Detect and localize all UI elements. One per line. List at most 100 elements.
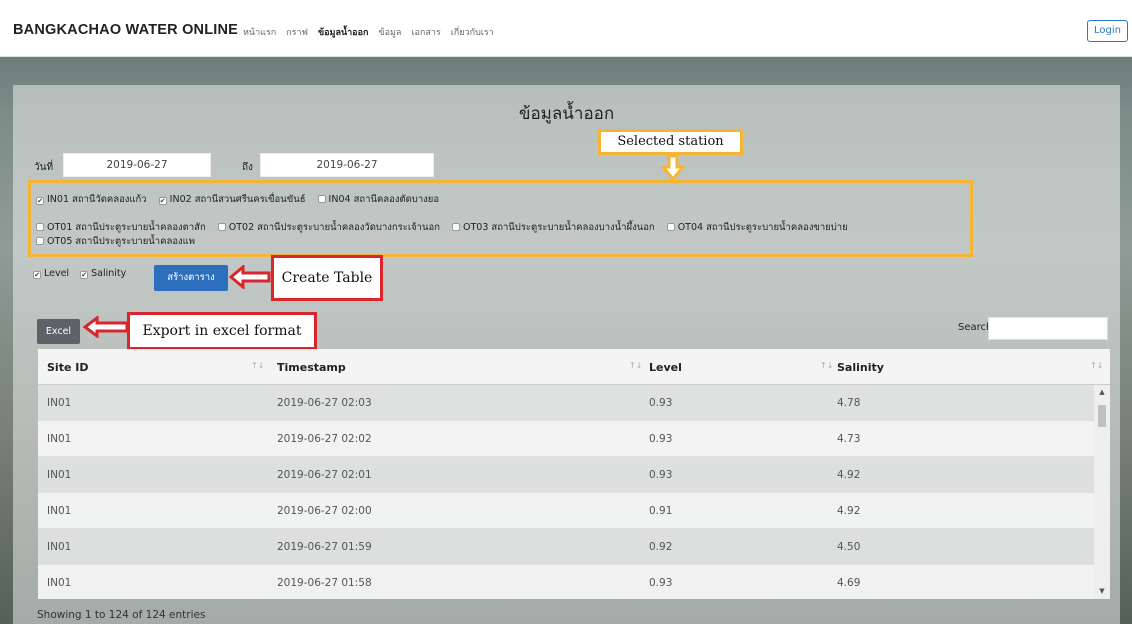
- sort-icon[interactable]: ↑↓: [629, 361, 642, 370]
- station-option-ot02[interactable]: OT02 สถานีประตูระบายน้ำคลองวัดบางกระเจ้า…: [217, 220, 440, 235]
- station-label: IN02 สถานีสวนศรีนครเขื่อนขันธ์: [169, 194, 306, 205]
- cell-site-id: IN01: [47, 577, 72, 589]
- cell-level: 0.93: [649, 397, 673, 409]
- cell-site-id: IN01: [47, 397, 72, 409]
- station-option-ot01[interactable]: OT01 สถานีประตูระบายน้ำคลองตาสัก: [36, 220, 206, 235]
- cell-salinity: 4.92: [837, 505, 861, 517]
- nav-link-home[interactable]: หน้าแรก: [243, 25, 276, 39]
- arrow-left-icon: [229, 265, 271, 289]
- cell-salinity: 4.73: [837, 433, 861, 445]
- cell-level: 0.93: [649, 577, 673, 589]
- station-option-in04[interactable]: IN04 สถานีคลองตัดบางยอ: [317, 192, 440, 207]
- station-option-in02[interactable]: ✔ IN02 สถานีสวนศรีนครเขื่อนขันธ์: [158, 192, 306, 207]
- table-header: Site ID ↑↓ Timestamp ↑↓ Level ↑↓ Salinit…: [38, 349, 1110, 385]
- cell-salinity: 4.78: [837, 397, 861, 409]
- sort-icon[interactable]: ↑↓: [1090, 361, 1103, 370]
- selected-station-callout: Selected station: [598, 129, 743, 155]
- salinity-label: Salinity: [91, 268, 127, 279]
- value-options: ✔ Level ✔ Salinity: [33, 268, 126, 279]
- create-table-button[interactable]: สร้างตาราง: [154, 265, 228, 291]
- data-table: Site ID ↑↓ Timestamp ↑↓ Level ↑↓ Salinit…: [38, 349, 1110, 599]
- station-label: IN01 สถานีวัดคลองแก้ว: [47, 194, 147, 205]
- main-panel: ข้อมูลน้ำออก วันที่ 2019-06-27 ถึง 2019-…: [13, 85, 1120, 624]
- to-date-input[interactable]: 2019-06-27: [260, 153, 434, 177]
- station-option-ot04[interactable]: OT04 สถานีประตูระบายน้ำคลองขายบ่าย: [666, 220, 848, 235]
- column-header-level[interactable]: Level: [649, 361, 682, 374]
- checkbox-checked-icon[interactable]: ✔: [36, 197, 44, 205]
- from-date-input[interactable]: 2019-06-27: [63, 153, 211, 177]
- page-title: ข้อมูลน้ำออก: [518, 104, 615, 124]
- arrow-down-icon: [661, 155, 685, 181]
- cell-site-id: IN01: [47, 505, 72, 517]
- cell-level: 0.93: [649, 433, 673, 445]
- cell-timestamp: 2019-06-27 02:03: [277, 397, 372, 409]
- nav-links: หน้าแรก กราฟ ข้อมูลน้ำออก ข้อมูล เอกสาร …: [243, 25, 494, 39]
- nav-link-data[interactable]: ข้อมูล: [378, 25, 401, 39]
- cell-site-id: IN01: [47, 469, 72, 481]
- table-row[interactable]: IN01 2019-06-27 02:00 0.91 4.92: [38, 493, 1094, 529]
- checkbox-checked-icon[interactable]: ✔: [80, 271, 89, 279]
- column-header-timestamp[interactable]: Timestamp: [277, 361, 346, 374]
- cell-level: 0.92: [649, 541, 673, 553]
- checkbox-icon[interactable]: [452, 223, 461, 231]
- station-row-2: OT01 สถานีประตูระบายน้ำคลองตาสัก OT02 สถ…: [36, 220, 857, 235]
- cell-salinity: 4.69: [837, 577, 861, 589]
- column-header-salinity[interactable]: Salinity: [837, 361, 884, 374]
- create-table-callout: Create Table: [271, 255, 383, 301]
- checkbox-icon[interactable]: [36, 237, 44, 245]
- table-row[interactable]: IN01 2019-06-27 01:59 0.92 4.50: [38, 529, 1094, 565]
- to-date-label: ถึง: [242, 162, 253, 173]
- table-row[interactable]: IN01 2019-06-27 02:03 0.93 4.78: [38, 385, 1094, 421]
- nav-link-graph[interactable]: กราฟ: [286, 25, 308, 39]
- station-selection-box: ✔ IN01 สถานีวัดคลองแก้ว ✔ IN02 สถานีสวนศรี…: [28, 180, 973, 257]
- scroll-up-icon[interactable]: ▲: [1094, 388, 1110, 396]
- table-scrollbar[interactable]: ▲ ▼: [1094, 385, 1110, 599]
- station-label: OT02 สถานีประตูระบายน้ำคลองวัดบางกระเจ้า…: [228, 222, 440, 233]
- station-label: IN04 สถานีคลองตัดบางยอ: [328, 194, 440, 205]
- station-option-ot03[interactable]: OT03 สถานีประตูระบายน้ำคลองบางน้ำผึ้งนอก: [452, 220, 655, 235]
- station-label: OT05 สถานีประตูระบายน้ำคลองแพ: [47, 236, 196, 247]
- login-button[interactable]: Login: [1087, 20, 1128, 42]
- station-option-ot05[interactable]: OT05 สถานีประตูระบายน้ำคลองแพ: [36, 234, 195, 249]
- nav-link-outflow-data[interactable]: ข้อมูลน้ำออก: [318, 25, 368, 39]
- arrow-left-icon: [83, 316, 129, 338]
- level-option[interactable]: ✔ Level: [33, 268, 69, 279]
- brand-title[interactable]: BANGKACHAO WATER ONLINE: [13, 22, 238, 38]
- checkbox-icon[interactable]: [666, 223, 675, 231]
- checkbox-checked-icon[interactable]: ✔: [33, 271, 41, 279]
- checkbox-icon[interactable]: [317, 195, 326, 203]
- station-label: OT04 สถานีประตูระบายน้ำคลองขายบ่าย: [677, 222, 848, 233]
- nav-link-about[interactable]: เกี่ยวกับเรา: [451, 25, 494, 39]
- station-row-3: OT05 สถานีประตูระบายน้ำคลองแพ: [36, 234, 204, 249]
- checkbox-icon[interactable]: [217, 223, 226, 231]
- column-header-site-id[interactable]: Site ID: [47, 361, 88, 374]
- cell-timestamp: 2019-06-27 01:59: [277, 541, 372, 553]
- search-input[interactable]: [988, 317, 1108, 340]
- cell-site-id: IN01: [47, 433, 72, 445]
- cell-level: 0.91: [649, 505, 673, 517]
- checkbox-icon[interactable]: [36, 223, 44, 231]
- station-label: OT01 สถานีประตูระบายน้ำคลองตาสัก: [47, 222, 206, 233]
- cell-level: 0.93: [649, 469, 673, 481]
- cell-salinity: 4.50: [837, 541, 861, 553]
- scrollbar-thumb[interactable]: [1098, 405, 1106, 427]
- table-info: Showing 1 to 124 of 124 entries: [37, 609, 206, 621]
- excel-export-button[interactable]: Excel: [37, 319, 80, 344]
- table-row[interactable]: IN01 2019-06-27 02:01 0.93 4.92: [38, 457, 1094, 493]
- table-row[interactable]: IN01 2019-06-27 01:58 0.93 4.69: [38, 565, 1094, 599]
- scroll-down-icon[interactable]: ▼: [1094, 587, 1110, 595]
- cell-timestamp: 2019-06-27 02:00: [277, 505, 372, 517]
- station-option-in01[interactable]: ✔ IN01 สถานีวัดคลองแก้ว: [36, 192, 147, 207]
- checkbox-checked-icon[interactable]: ✔: [158, 197, 167, 205]
- cell-salinity: 4.92: [837, 469, 861, 481]
- sort-icon[interactable]: ↑↓: [820, 361, 833, 370]
- table-row[interactable]: IN01 2019-06-27 02:02 0.93 4.73: [38, 421, 1094, 457]
- cell-timestamp: 2019-06-27 02:02: [277, 433, 372, 445]
- salinity-option[interactable]: ✔ Salinity: [80, 268, 126, 279]
- cell-site-id: IN01: [47, 541, 72, 553]
- station-label: OT03 สถานีประตูระบายน้ำคลองบางน้ำผึ้งนอก: [463, 222, 655, 233]
- level-label: Level: [44, 268, 70, 279]
- sort-icon[interactable]: ↑↓: [251, 361, 264, 370]
- nav-link-documents[interactable]: เอกสาร: [411, 25, 440, 39]
- top-navbar: BANGKACHAO WATER ONLINE หน้าแรก กราฟ ข้อ…: [0, 0, 1132, 57]
